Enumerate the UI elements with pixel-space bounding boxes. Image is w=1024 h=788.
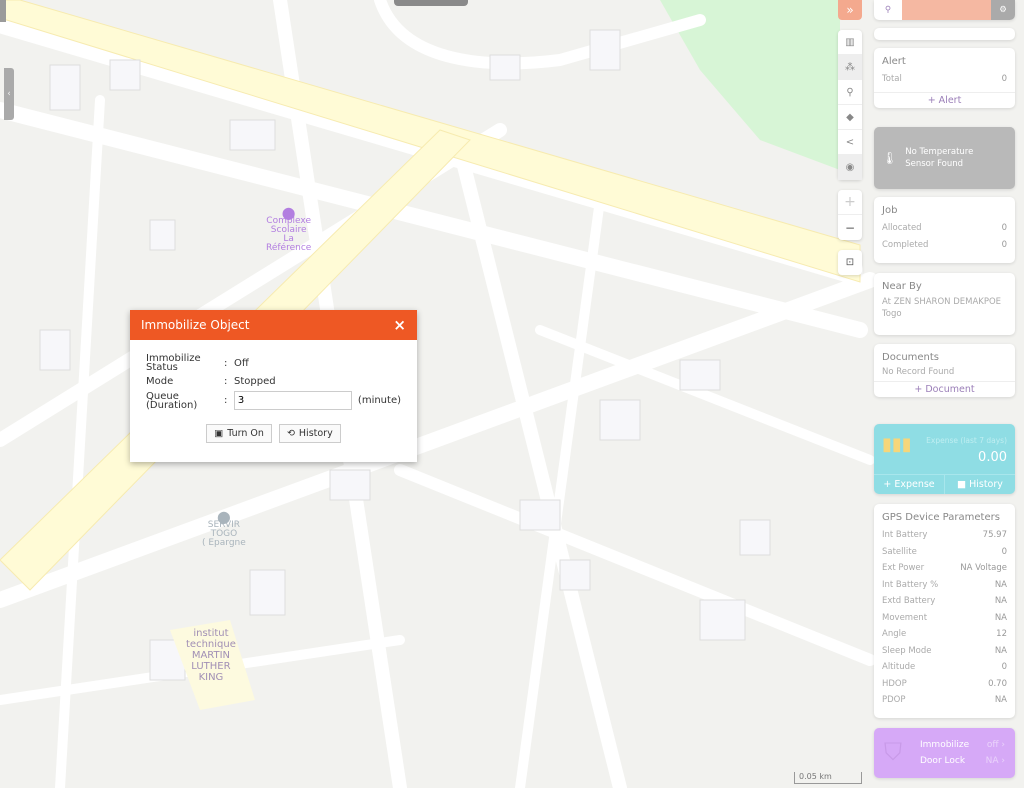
coins-chart-icon: ▮▮▮	[882, 434, 912, 455]
left-edge-bar	[0, 0, 6, 22]
add-alert-button[interactable]: + Alert	[874, 91, 1015, 108]
tag-icon[interactable]: ◆	[838, 105, 862, 130]
row-queue: Queue (Duration): (minute)	[146, 391, 401, 410]
left-panel-toggle[interactable]: ‹	[4, 68, 14, 120]
shield-lock-icon: ⛉	[884, 738, 902, 766]
zoom-out-button[interactable]: −	[838, 215, 862, 240]
expand-panel-button[interactable]: »	[838, 0, 862, 20]
gps-param-row: Satellite 0	[882, 546, 1007, 557]
row-mode: Mode: Stopped	[146, 376, 276, 387]
cluster-icon[interactable]: ⁂	[838, 55, 862, 80]
turn-on-button[interactable]: ▣ Turn On	[206, 424, 272, 443]
map-layers-icon[interactable]: ▥	[838, 30, 862, 55]
route-icon[interactable]: ⚲	[838, 80, 862, 105]
immobilize-doorlock-card: ⛉ Immobilize off › Door Lock NA ›	[874, 728, 1015, 778]
top-info-tab[interactable]	[394, 0, 468, 6]
row-immobilize-status: Immobilize Status: Off	[146, 353, 249, 373]
share-icon[interactable]: <	[838, 130, 862, 155]
map-scale: 0.05 km	[794, 772, 862, 784]
gps-param-row: Int Battery 75.97	[882, 530, 1007, 541]
history-button[interactable]: ⟲ History	[278, 424, 341, 443]
ruler-icon[interactable]: ⊡	[838, 250, 862, 275]
nearby-card: Near By At ZEN SHARON DEMAKPOE Togo	[874, 273, 1015, 335]
alert-card: Alert Total 0 + Alert	[874, 48, 1015, 108]
gps-param-row: Movement NA	[882, 612, 1007, 623]
gps-param-row: Altitude 0	[882, 662, 1007, 673]
door-lock-link[interactable]: Door Lock NA ›	[920, 756, 1005, 766]
immobilize-link[interactable]: Immobilize off ›	[920, 740, 1005, 750]
documents-card: Documents No Record Found + Document	[874, 344, 1015, 397]
gps-param-row: HDOP 0.70	[882, 678, 1007, 689]
thermometer-icon: 🌡	[882, 151, 898, 165]
gps-param-row: Sleep Mode NA	[882, 645, 1007, 656]
gear-icon[interactable]: ⚙	[991, 0, 1015, 20]
close-icon[interactable]: ×	[393, 316, 406, 334]
zoom-in-button[interactable]: +	[838, 190, 862, 215]
queue-duration-input[interactable]	[233, 391, 352, 410]
geofence-icon[interactable]: ◉	[838, 155, 862, 180]
expense-history-button[interactable]: ■ History	[945, 475, 1015, 494]
add-document-button[interactable]: + Document	[874, 381, 1015, 397]
object-status-bar[interactable]	[902, 0, 991, 20]
poi-complexe-scolaire[interactable]: ● Complexe Scolaire La Référence	[266, 205, 311, 253]
expense-card: ▮▮▮ Expense (last 7 days) 0.00 + Expense…	[874, 424, 1015, 494]
poi-servir-togo[interactable]: ● SERVIR TOGO ( Epargne	[202, 509, 246, 548]
gps-param-row: PDOP NA	[882, 695, 1007, 706]
dialog-header: Immobilize Object ×	[130, 310, 417, 340]
immobilize-dialog: Immobilize Object × Immobilize Status: O…	[130, 310, 417, 462]
map-toolbar: ▥ ⁂ ⚲ ◆ < ◉	[838, 30, 862, 180]
history-icon: ⟲	[286, 428, 295, 439]
summary-card-partial	[874, 28, 1015, 40]
job-card: Job Allocated 0 Completed 0	[874, 197, 1015, 263]
gps-param-row: Int Battery % NA	[882, 579, 1007, 590]
add-expense-button[interactable]: + Expense	[874, 475, 945, 494]
temperature-card: 🌡 No Temperature Sensor Found	[874, 127, 1015, 189]
object-pin-icon: ⚲	[884, 5, 892, 15]
gps-param-row: Angle 12	[882, 629, 1007, 640]
save-icon: ▣	[214, 428, 224, 439]
dialog-title: Immobilize Object	[141, 318, 250, 332]
object-header: ⚲ ⚙	[874, 0, 1015, 20]
zoom-controls: + −	[838, 190, 862, 240]
poi-institut-mlk[interactable]: institut technique MARTIN LUTHER KING	[186, 628, 236, 683]
gps-param-row: Ext Power NA Voltage	[882, 563, 1007, 574]
gps-parameters-card: GPS Device Parameters Int Battery 75.97 Sa…	[874, 504, 1015, 718]
gps-param-row: Extd Battery NA	[882, 596, 1007, 607]
measure-control: ⊡	[838, 250, 862, 275]
